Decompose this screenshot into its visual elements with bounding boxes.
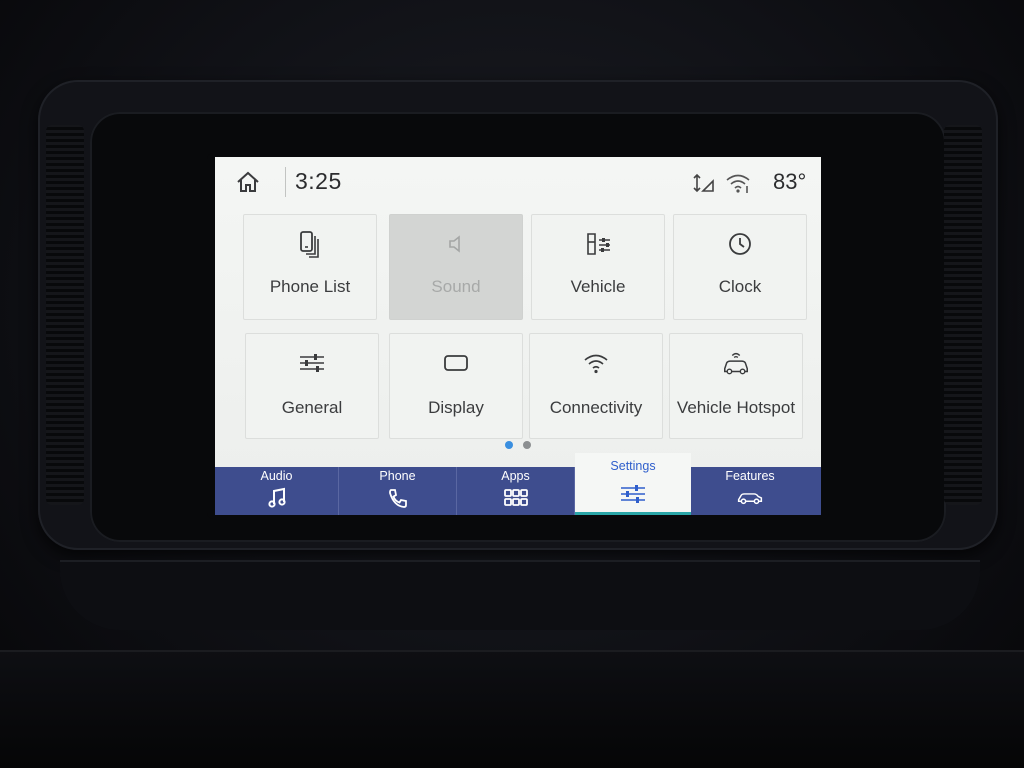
nav-label: Apps bbox=[501, 469, 530, 483]
signal-icon bbox=[693, 173, 714, 193]
tile-general[interactable]: General bbox=[245, 333, 379, 439]
left-speaker-grille bbox=[46, 125, 84, 505]
outside-temperature: 83° bbox=[773, 169, 807, 194]
status-bar: 3:25 83° bbox=[215, 157, 821, 207]
tile-connectivity[interactable]: Connectivity bbox=[529, 333, 663, 439]
active-tab-indicator bbox=[575, 512, 691, 515]
page-dot-active[interactable] bbox=[505, 441, 513, 449]
speaker-icon bbox=[441, 229, 471, 259]
nav-apps[interactable]: Apps bbox=[457, 467, 575, 515]
bottom-nav-bar: Audio Phone Apps Settings Features bbox=[215, 453, 821, 515]
tile-label: Sound bbox=[431, 277, 481, 296]
car-hotspot-icon bbox=[721, 348, 751, 378]
nav-audio[interactable]: Audio bbox=[215, 467, 339, 515]
tile-label: Connectivity bbox=[549, 398, 643, 417]
status-divider bbox=[285, 167, 286, 197]
settings-screen: 3:25 83° Phone List Sound Vehicle Clock … bbox=[215, 157, 821, 515]
phone-list-icon bbox=[295, 229, 325, 259]
infotainment-screen: 3:25 83° Phone List Sound Vehicle Clock … bbox=[207, 153, 829, 519]
dash-bottom-panel bbox=[0, 650, 1024, 768]
nav-settings[interactable]: Settings bbox=[575, 453, 691, 515]
tile-clock[interactable]: Clock bbox=[673, 214, 807, 320]
car-icon bbox=[737, 487, 763, 509]
lower-dash-trim bbox=[60, 560, 980, 630]
status-time: 3:25 bbox=[295, 168, 342, 194]
clock-icon bbox=[725, 229, 755, 259]
nav-phone[interactable]: Phone bbox=[339, 467, 457, 515]
tile-label: General bbox=[281, 398, 343, 417]
sliders-icon bbox=[297, 348, 327, 378]
nav-label: Phone bbox=[379, 469, 416, 483]
tile-phone-list[interactable]: Phone List bbox=[243, 214, 377, 320]
tile-label: Clock bbox=[718, 277, 762, 296]
wifi-icon bbox=[581, 348, 611, 378]
home-icon bbox=[237, 171, 259, 192]
tile-vehicle[interactable]: Vehicle bbox=[531, 214, 665, 320]
phone-icon bbox=[385, 487, 411, 509]
vehicle-settings-icon bbox=[583, 229, 613, 259]
right-speaker-grille bbox=[944, 125, 982, 505]
tile-label: Display bbox=[428, 398, 484, 417]
tile-label: Vehicle bbox=[570, 277, 626, 296]
tile-display[interactable]: Display bbox=[389, 333, 523, 439]
tile-label: Phone List bbox=[269, 277, 351, 296]
nav-label: Features bbox=[725, 469, 775, 483]
page-indicator bbox=[505, 439, 545, 451]
home-button[interactable] bbox=[233, 167, 263, 197]
display-icon bbox=[441, 348, 471, 378]
sliders-icon bbox=[620, 483, 646, 505]
nav-label: Audio bbox=[260, 469, 293, 483]
tile-sound[interactable]: Sound bbox=[389, 214, 523, 320]
tile-vehicle-hotspot[interactable]: Vehicle Hotspot bbox=[669, 333, 803, 439]
wifi-icon bbox=[726, 174, 750, 193]
page-dot[interactable] bbox=[523, 441, 531, 449]
nav-label: Settings bbox=[610, 459, 656, 473]
tile-label: Vehicle Hotspot bbox=[676, 398, 796, 417]
nav-features[interactable]: Features bbox=[691, 467, 809, 515]
apps-grid-icon bbox=[503, 487, 529, 509]
music-note-icon bbox=[264, 487, 290, 509]
